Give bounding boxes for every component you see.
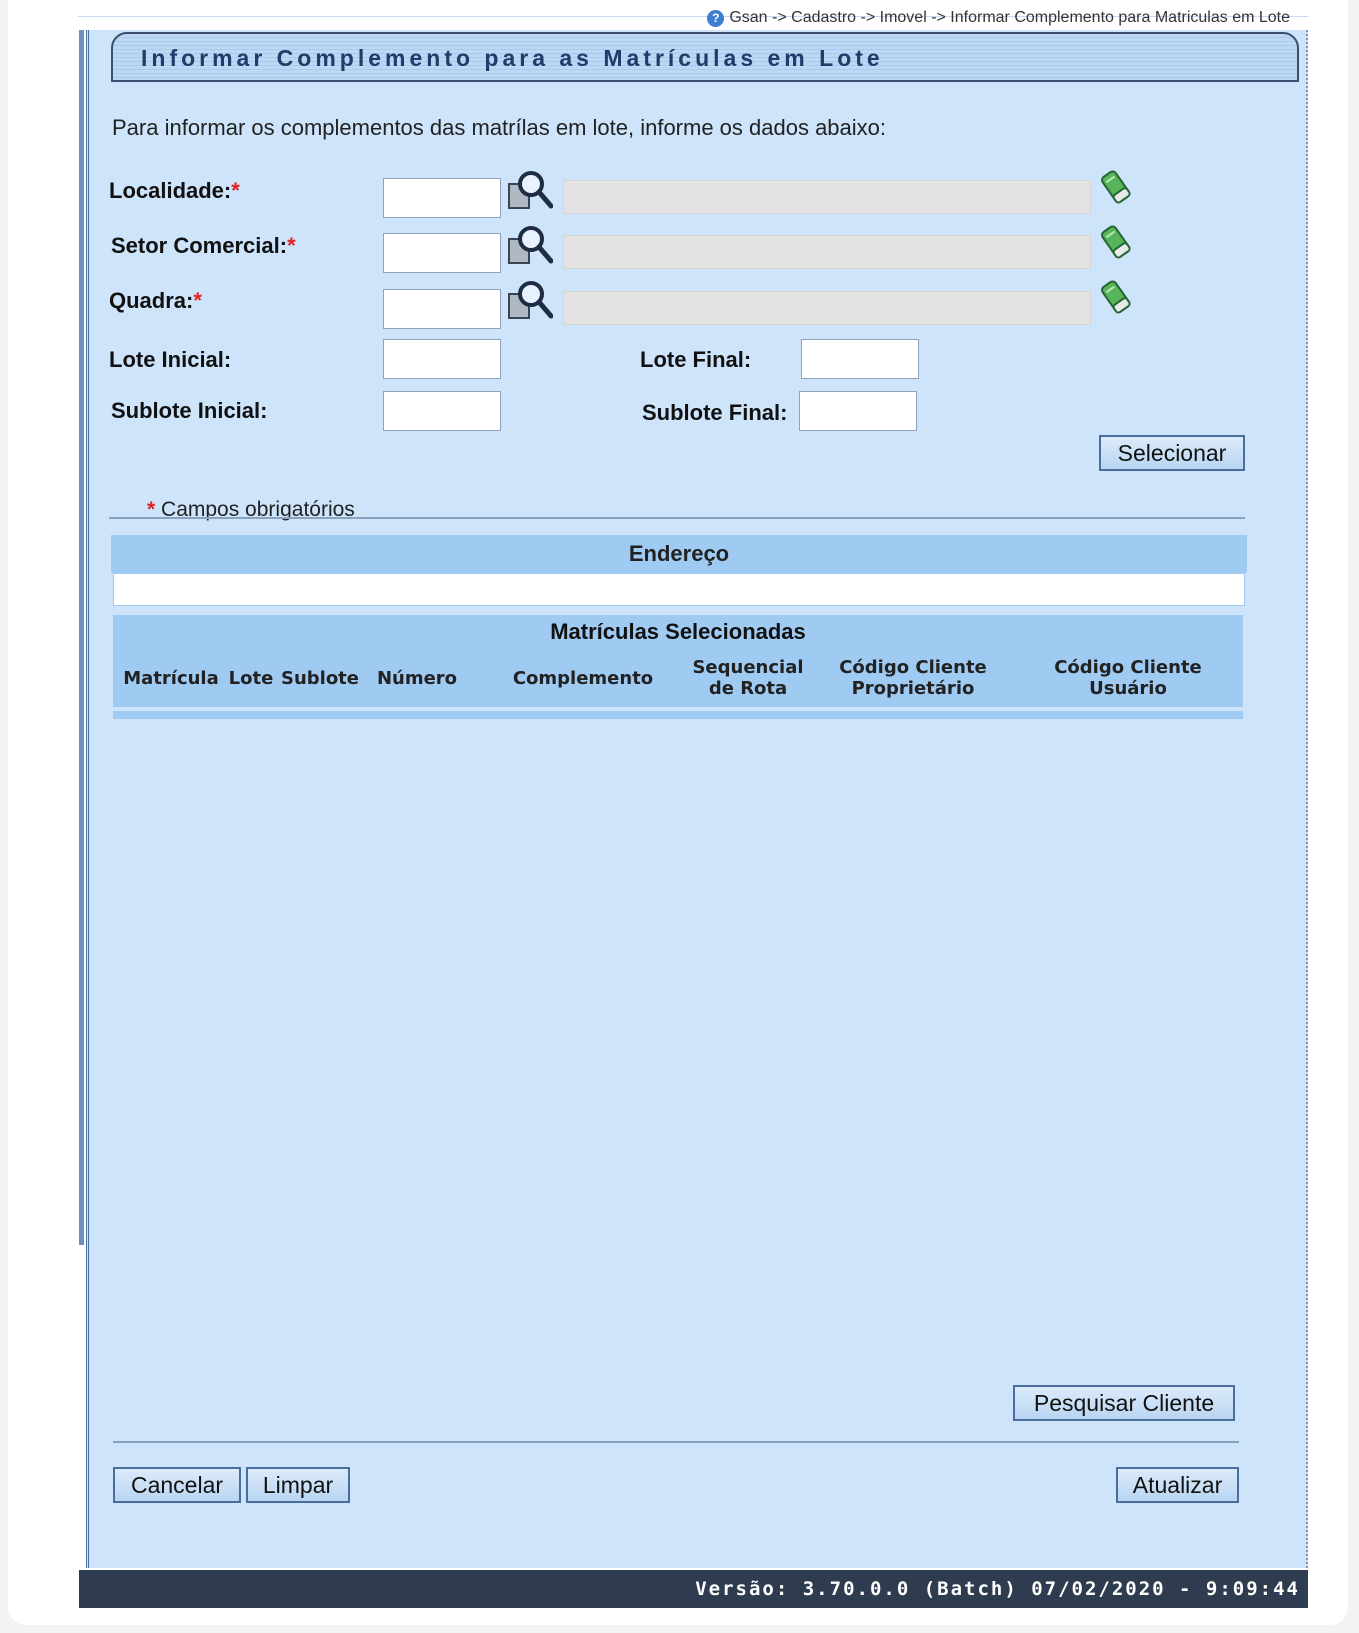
limpar-button[interactable]: Limpar — [246, 1467, 350, 1503]
intro-text: Para informar os complementos das matríl… — [112, 115, 887, 140]
column-header-codigo-cliente-usuario: Código Cliente Usuário — [1054, 657, 1202, 699]
matriculas-selecionadas-header: Matrículas Selecionadas — [113, 615, 1243, 649]
quadra-label: Quadra:* — [109, 288, 202, 313]
lote-inicial-label: Lote Inicial: — [109, 347, 232, 372]
sublote-inicial-input[interactable] — [383, 391, 501, 431]
lote-final-label: Lote Final: — [640, 347, 752, 372]
setor-comercial-description — [563, 235, 1091, 269]
setor-clear-eraser-icon[interactable] — [1099, 222, 1135, 262]
matriculas-column-headers: Matrícula Lote Sublote Número Complement… — [113, 649, 1243, 707]
required-mark: * — [193, 288, 202, 313]
endereco-value — [113, 573, 1245, 606]
setor-lookup-magnifier-icon[interactable] — [507, 223, 553, 267]
help-icon[interactable]: ? — [707, 9, 725, 27]
lote-inicial-input[interactable] — [383, 339, 501, 379]
localidade-input[interactable] — [383, 178, 501, 218]
bottom-divider — [113, 1441, 1239, 1443]
column-header-matricula: Matrícula — [123, 667, 219, 689]
cancelar-button[interactable]: Cancelar — [113, 1467, 241, 1503]
page-title: Informar Complemento para as Matrículas … — [141, 45, 884, 71]
matriculas-table-footer — [113, 711, 1243, 719]
column-header-codigo-cliente-proprietario: Código Cliente Proprietário — [839, 657, 987, 699]
sublote-final-input[interactable] — [799, 391, 917, 431]
quadra-description — [563, 291, 1091, 325]
column-header-lote: Lote — [228, 667, 274, 689]
lote-final-input[interactable] — [801, 339, 919, 379]
required-mark: * — [231, 178, 240, 203]
title-bar: Informar Complemento para as Matrículas … — [111, 32, 1299, 82]
main-panel: Informar Complemento para as Matrículas … — [86, 30, 1308, 1568]
required-mark: * — [287, 233, 296, 258]
section-divider — [109, 517, 1245, 519]
sublote-inicial-label: Sublote Inicial: — [111, 398, 268, 423]
setor-comercial-input[interactable] — [383, 233, 501, 273]
endereco-header: Endereço — [111, 535, 1247, 573]
quadra-clear-eraser-icon[interactable] — [1099, 277, 1135, 317]
pesquisar-cliente-button[interactable]: Pesquisar Cliente — [1013, 1385, 1235, 1421]
localidade-label: Localidade:* — [109, 178, 240, 203]
breadcrumb: ? Gsan -> Cadastro -> Imovel -> Informar… — [707, 9, 1290, 27]
column-header-numero: Número — [376, 667, 458, 689]
atualizar-button[interactable]: Atualizar — [1116, 1467, 1239, 1503]
quadra-lookup-magnifier-icon[interactable] — [507, 278, 553, 322]
breadcrumb-text: Gsan -> Cadastro -> Imovel -> Informar C… — [729, 9, 1290, 26]
localidade-clear-eraser-icon[interactable] — [1099, 167, 1135, 207]
column-header-sublote: Sublote — [280, 667, 359, 689]
sublote-final-label: Sublote Final: — [642, 400, 788, 425]
column-header-complemento: Complemento — [512, 667, 654, 689]
quadra-input[interactable] — [383, 289, 501, 329]
page: ? Gsan -> Cadastro -> Imovel -> Informar… — [8, 0, 1348, 1625]
version-footer: Versão: 3.70.0.0 (Batch) 07/02/2020 - 9:… — [79, 1570, 1308, 1608]
setor-comercial-label: Setor Comercial:* — [111, 233, 296, 258]
localidade-description — [563, 180, 1091, 214]
left-accent-bar — [79, 30, 84, 1245]
selecionar-button[interactable]: Selecionar — [1099, 435, 1245, 471]
localidade-lookup-magnifier-icon[interactable] — [507, 168, 553, 212]
column-header-sequencial-de-rota: Sequencial de Rota — [692, 657, 804, 699]
